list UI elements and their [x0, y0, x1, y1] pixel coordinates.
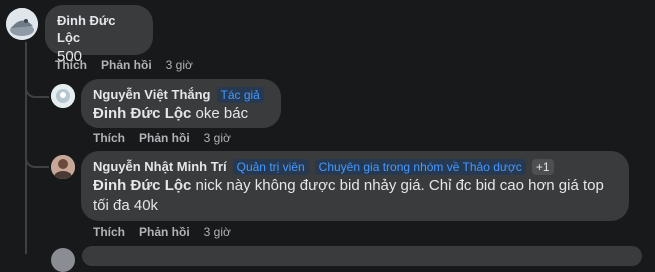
more-badges[interactable]: +1 [531, 159, 554, 175]
avatar-image [6, 8, 38, 40]
thread-connector [25, 148, 49, 168]
comment-actions: Thích Phản hồi 3 giờ [93, 130, 231, 146]
avatar[interactable] [51, 155, 75, 179]
like-button[interactable]: Thích [55, 58, 87, 72]
avatar[interactable] [51, 248, 75, 272]
author-badge[interactable]: Tác giả [216, 87, 264, 103]
mention-link[interactable]: Đinh Đức Lộc [93, 105, 191, 122]
comment-time[interactable]: 3 giờ [204, 225, 231, 239]
comment-bubble: Nguyễn Việt Thắng Tác giả Đinh Đức Lộc ok… [81, 79, 281, 128]
comment-author[interactable]: Đinh Đức Lộc [57, 12, 141, 46]
expert-badge[interactable]: Chuyên gia trong nhóm về Thảo dược [314, 159, 526, 175]
avatar-image [51, 84, 75, 108]
comment-actions: Thích Phản hồi 3 giờ [55, 57, 193, 73]
reply-button[interactable]: Phản hồi [101, 58, 152, 72]
reply-button[interactable]: Phản hồi [139, 131, 190, 145]
comment-time[interactable]: 3 giờ [166, 58, 193, 72]
thread-connector [25, 78, 49, 98]
comment-text: oke bác [195, 105, 249, 122]
comment-author[interactable]: Nguyễn Việt Thắng [93, 86, 211, 103]
comment-bubble: Nguyễn Nhật Minh Trí Quản trị viên Chuyên … [81, 151, 629, 221]
comment-time[interactable]: 3 giờ [204, 131, 231, 145]
comment-actions: Thích Phản hồi 3 giờ [93, 224, 231, 240]
comment-author[interactable]: Nguyễn Nhật Minh Trí [93, 158, 227, 175]
like-button[interactable]: Thích [93, 131, 125, 145]
comment-bubble [82, 246, 642, 266]
comment-bubble: Đinh Đức Lộc 500 [45, 5, 153, 65]
avatar-image [51, 155, 75, 179]
like-button[interactable]: Thích [93, 225, 125, 239]
mention-link[interactable]: Đinh Đức Lộc [93, 177, 191, 194]
avatar[interactable] [6, 8, 38, 40]
comment-text: nick này không được bid nhảy giá. Chỉ đc… [195, 177, 604, 194]
admin-badge[interactable]: Quản trị viên [232, 159, 309, 175]
reply-button[interactable]: Phản hồi [139, 225, 190, 239]
avatar[interactable] [51, 84, 75, 108]
comment-text-continued: tối đa 40k [93, 197, 159, 214]
